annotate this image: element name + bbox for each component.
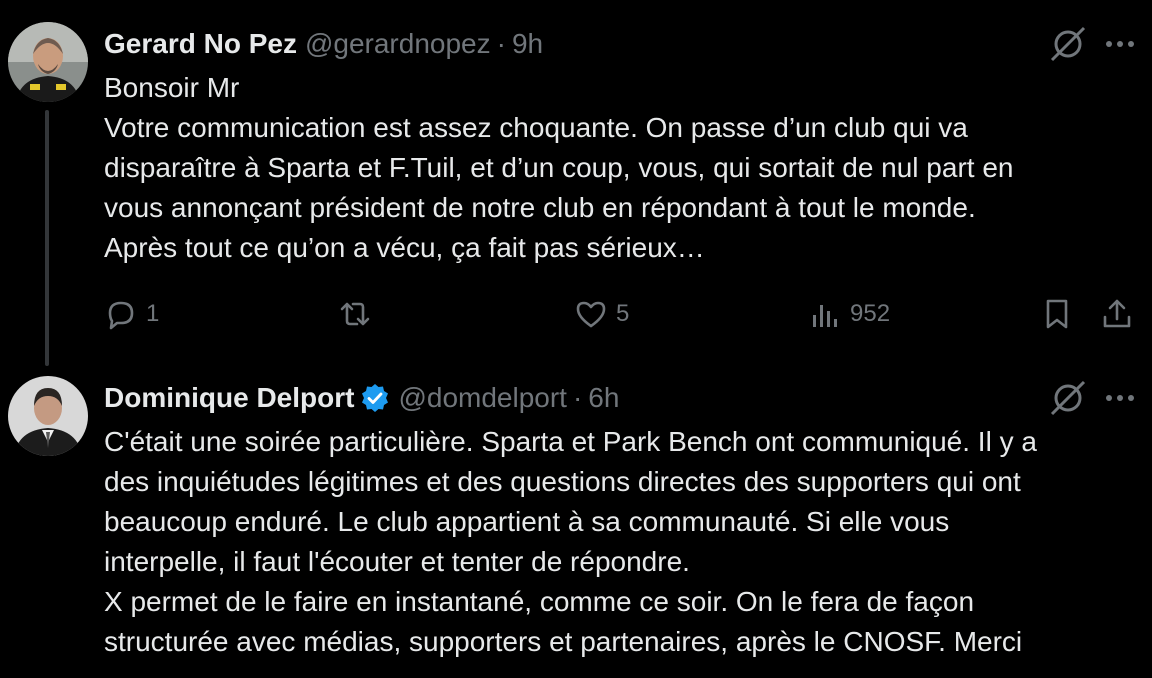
author-name[interactable]: Dominique Delport	[104, 382, 354, 414]
bookmark-button[interactable]	[1040, 292, 1074, 336]
text-line: C'était une soirée particulière. Sparta …	[104, 426, 1037, 457]
text-line: Après tout ce qu’on a vécu, ça fait pas …	[104, 232, 705, 263]
tweet-text: Bonsoir Mr Votre communication est assez…	[104, 68, 1013, 268]
share-icon	[1103, 299, 1131, 328]
views-count: 952	[850, 300, 891, 327]
reply-count: 1	[146, 300, 160, 327]
repost-button[interactable]	[338, 292, 380, 336]
thread-connector-line	[45, 110, 49, 366]
repost-icon	[340, 302, 370, 326]
bookmark-icon	[1046, 299, 1068, 329]
text-line: Bonsoir Mr	[104, 72, 240, 103]
author-handle[interactable]: @domdelport	[398, 382, 567, 414]
text-line: X permet de le faire en instantané, comm…	[104, 586, 975, 617]
grok-icon[interactable]	[1048, 378, 1088, 418]
tweet-header: Gerard No Pez @gerardnopez · 9h	[104, 24, 543, 64]
tweet-time[interactable]: 6h	[588, 382, 619, 414]
author-handle[interactable]: @gerardnopez	[305, 28, 491, 60]
more-icon[interactable]	[1102, 26, 1138, 62]
tweet-header: Dominique Delport @domdelport · 6h	[104, 378, 619, 418]
share-button[interactable]	[1100, 292, 1134, 336]
avatar-dominique[interactable]	[8, 376, 88, 456]
separator-dot: ·	[496, 28, 506, 59]
tweet-domdelport[interactable]: Dominique Delport @domdelport · 6h C'éta…	[0, 360, 1152, 678]
text-line: vous annonçant président de notre club e…	[104, 192, 976, 223]
text-line: beaucoup enduré. Le club appartient à sa…	[104, 506, 950, 537]
grok-icon[interactable]	[1048, 24, 1088, 64]
text-line: des inquiétudes légitimes et des questio…	[104, 466, 1021, 497]
text-line: structurée avec médias, supporters et pa…	[104, 626, 1023, 657]
avatar-gerard[interactable]	[8, 22, 88, 102]
author-name[interactable]: Gerard No Pez	[104, 28, 297, 60]
views-icon	[813, 305, 837, 327]
tweet-gerardnopez[interactable]: Gerard No Pez @gerardnopez · 9h Bonsoir …	[0, 0, 1152, 366]
separator-dot: ·	[572, 382, 583, 413]
tweet-actions: 1 5 952	[104, 292, 1144, 336]
views-button[interactable]: 952	[808, 292, 890, 336]
like-button[interactable]: 5	[574, 292, 629, 336]
like-count: 5	[616, 300, 630, 327]
text-line: interpelle, il faut l'écouter et tenter …	[104, 546, 690, 577]
like-icon	[576, 301, 606, 328]
tweet-time[interactable]: 9h	[512, 28, 543, 60]
text-line: disparaître à Sparta et F.Tuil, et d’un …	[104, 152, 1014, 183]
text-line: Votre communication est assez choquante.…	[104, 112, 968, 143]
tweet-text: C'était une soirée particulière. Sparta …	[104, 422, 1037, 662]
reply-icon	[108, 301, 134, 330]
verified-badge-icon	[360, 383, 390, 413]
reply-button[interactable]: 1	[104, 292, 159, 336]
more-icon[interactable]	[1102, 380, 1138, 416]
